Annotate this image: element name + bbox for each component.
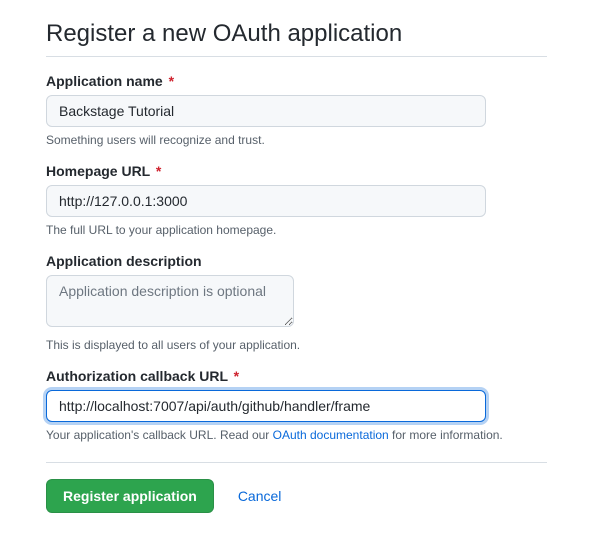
required-marker: * xyxy=(156,163,161,179)
app-name-help: Something users will recognize and trust… xyxy=(46,133,547,147)
divider xyxy=(46,462,547,463)
description-label: Application description xyxy=(46,253,547,269)
description-label-text: Application description xyxy=(46,253,202,269)
register-application-button[interactable]: Register application xyxy=(46,479,214,513)
oauth-documentation-link[interactable]: OAuth documentation xyxy=(273,428,389,442)
homepage-url-label-text: Homepage URL xyxy=(46,163,150,179)
callback-url-label: Authorization callback URL * xyxy=(46,368,547,384)
homepage-url-help: The full URL to your application homepag… xyxy=(46,223,547,237)
description-help: This is displayed to all users of your a… xyxy=(46,338,547,352)
callback-url-label-text: Authorization callback URL xyxy=(46,368,228,384)
app-name-label: Application name * xyxy=(46,73,547,89)
app-name-group: Application name * Something users will … xyxy=(46,73,547,147)
app-name-label-text: Application name xyxy=(46,73,163,89)
callback-help-before: Your application's callback URL. Read ou… xyxy=(46,428,273,442)
form-actions: Register application Cancel xyxy=(46,479,547,513)
cancel-link[interactable]: Cancel xyxy=(238,488,282,504)
page-title: Register a new OAuth application xyxy=(46,20,547,57)
callback-help-after: for more information. xyxy=(389,428,503,442)
app-name-input[interactable] xyxy=(46,95,486,127)
required-marker: * xyxy=(169,73,174,89)
callback-url-input[interactable] xyxy=(46,390,486,422)
description-group: Application description This is displaye… xyxy=(46,253,547,352)
callback-url-group: Authorization callback URL * Your applic… xyxy=(46,368,547,442)
required-marker: * xyxy=(234,368,239,384)
homepage-url-group: Homepage URL * The full URL to your appl… xyxy=(46,163,547,237)
description-textarea[interactable] xyxy=(46,275,294,327)
callback-url-help: Your application's callback URL. Read ou… xyxy=(46,428,547,442)
homepage-url-label: Homepage URL * xyxy=(46,163,547,179)
homepage-url-input[interactable] xyxy=(46,185,486,217)
